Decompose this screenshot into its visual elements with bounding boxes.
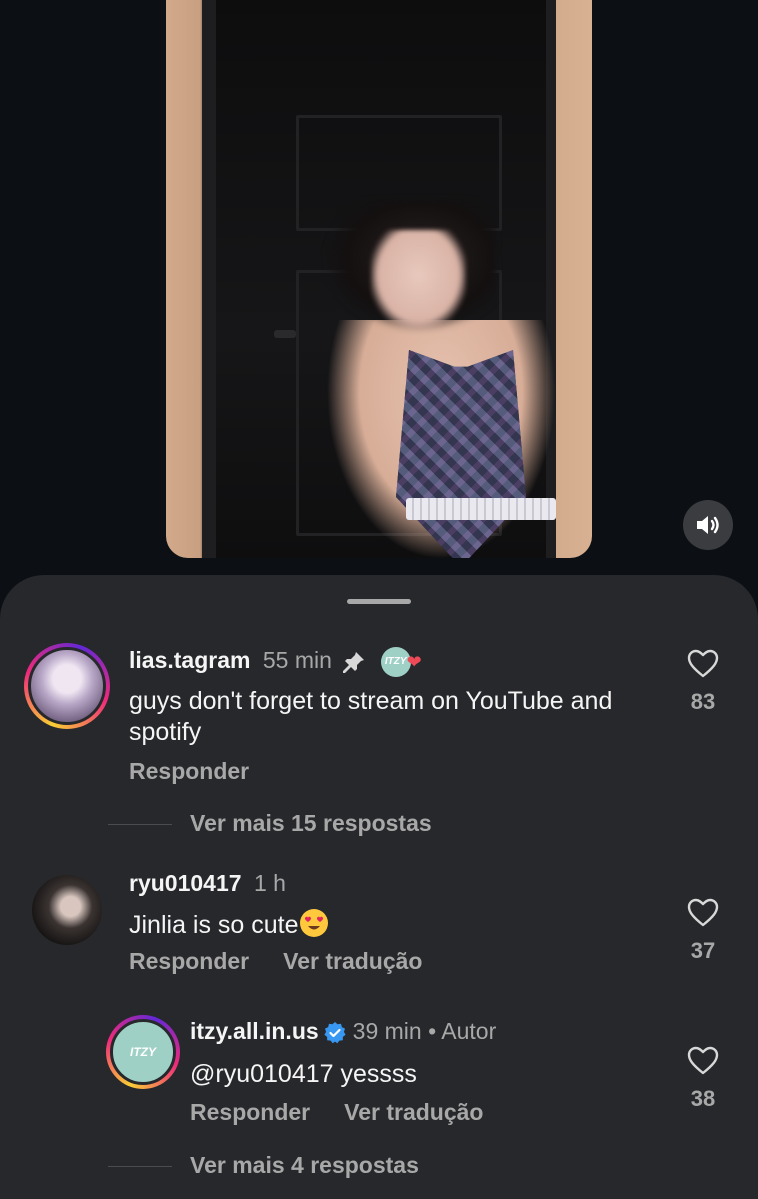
reply-button[interactable]: Responder [129, 948, 249, 974]
comment-text: guys don't forget to stream on YouTube a… [129, 687, 613, 746]
comment-meta: ryu010417 1 h [129, 870, 286, 897]
subject-face [371, 230, 466, 330]
like-control[interactable]: 38 [678, 1046, 728, 1112]
view-more-replies-button[interactable]: Ver mais 4 respostas [108, 1152, 419, 1179]
door-handle [274, 330, 296, 338]
comment-actions: Responder Ver tradução [129, 948, 456, 975]
comment-meta: itzy.all.in.us 39 min • Autor [190, 1018, 496, 1045]
username[interactable]: ryu010417 [129, 870, 242, 896]
pin-icon [343, 652, 365, 673]
view-more-replies-label[interactable]: Ver mais 15 respostas [190, 810, 432, 836]
username[interactable]: itzy.all.in.us [190, 1018, 319, 1044]
see-translation-button[interactable]: Ver tradução [344, 1099, 483, 1125]
avatar-logo-text: ITZY [130, 1045, 156, 1059]
like-count: 38 [690, 1086, 716, 1111]
username[interactable]: lias.tagram [129, 647, 250, 673]
speaker-icon [697, 516, 719, 534]
author-label: • Autor [428, 1018, 497, 1044]
heart-icon[interactable] [687, 649, 719, 678]
like-count: 37 [690, 938, 716, 963]
reply-button[interactable]: Responder [129, 758, 249, 784]
like-count: 83 [690, 689, 716, 714]
reply-button[interactable]: Responder [190, 1099, 310, 1125]
comment-text: @ryu010417 yessss [190, 1060, 417, 1088]
subject-belt [406, 498, 556, 520]
video-player[interactable] [166, 0, 592, 558]
thread-line [108, 1166, 172, 1168]
thread-line [108, 824, 172, 826]
heart-badge-icon: ❤ [406, 651, 422, 672]
comment-text-content: Jinlia is so cute [129, 911, 299, 939]
timestamp: 55 min [262, 647, 332, 674]
heart-eyes-emoji-icon [299, 909, 328, 937]
comment-actions: Responder [129, 758, 283, 785]
comments-sheet[interactable]: lias.tagram 55 min ITZY❤ guys don't forg… [0, 575, 758, 1199]
comment-actions: Responder Ver tradução [190, 1099, 517, 1126]
like-control[interactable]: 37 [678, 898, 728, 964]
view-more-replies-label[interactable]: Ver mais 4 respostas [190, 1152, 419, 1178]
timestamp: 1 h [253, 870, 286, 896]
like-control[interactable]: 83 [678, 649, 728, 715]
avatar[interactable]: ITZY [106, 1015, 180, 1089]
see-translation-button[interactable]: Ver tradução [283, 948, 422, 974]
comment-meta: lias.tagram 55 min ITZY❤ [129, 647, 422, 677]
video-subject [326, 200, 556, 558]
sound-toggle-button[interactable] [683, 500, 733, 550]
heart-icon[interactable] [687, 1046, 719, 1075]
verified-badge-icon [324, 1021, 346, 1044]
avatar[interactable] [24, 643, 110, 729]
timestamp: 39 min [352, 1018, 422, 1044]
avatar[interactable] [32, 875, 102, 945]
heart-icon[interactable] [687, 898, 719, 927]
view-more-replies-button[interactable]: Ver mais 15 respostas [108, 810, 432, 837]
sheet-drag-handle[interactable] [347, 599, 411, 604]
comment-text: Jinlia is so cute [129, 909, 328, 941]
